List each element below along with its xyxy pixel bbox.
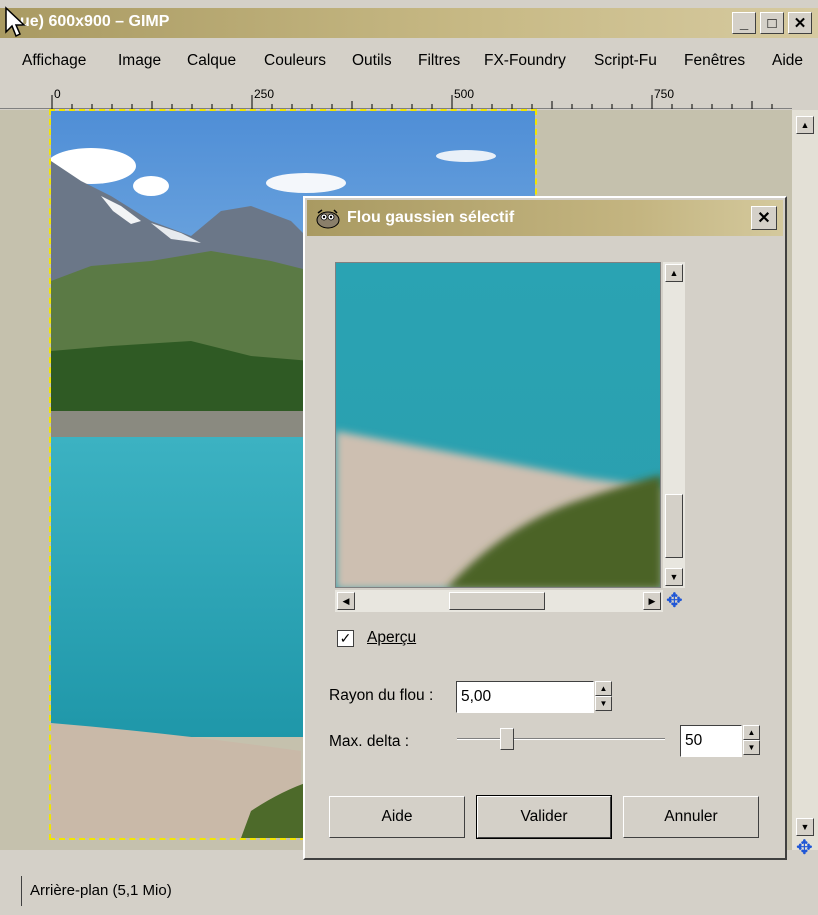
max-delta-slider-handle[interactable] (499, 728, 514, 750)
preview-scroll-down-icon[interactable]: ▼ (665, 568, 683, 586)
main-titlebar[interactable]: ue) 600x900 – GIMP (0, 8, 818, 38)
menu-filtres[interactable]: Filtres (418, 52, 460, 70)
preview-image (336, 263, 660, 587)
navigate-move-icon[interactable]: ✥ (796, 838, 813, 858)
menu-affichage[interactable]: Affichage (22, 52, 86, 70)
menu-fx-foundry[interactable]: FX-Foundry (484, 52, 566, 70)
preview-scroll-up-icon[interactable]: ▲ (665, 264, 683, 282)
menu-aide[interactable]: Aide (772, 52, 803, 70)
gimp-logo-icon (316, 209, 340, 229)
dialog-titlebar[interactable]: Flou gaussien sélectif ✕ (307, 200, 783, 236)
mouse-cursor-icon (5, 6, 26, 38)
close-window-button[interactable]: ✕ (788, 12, 812, 34)
blur-preview[interactable] (335, 262, 661, 588)
menu-fenetres[interactable]: Fenêtres (684, 52, 745, 70)
canvas-vertical-scrollbar[interactable]: ▲ ▼ ✥ (792, 110, 818, 858)
ruler-label-750: 750 (654, 87, 675, 101)
menu-calque[interactable]: Calque (187, 52, 236, 70)
max-delta-label: Max. delta : (329, 733, 410, 750)
max-delta-spinner[interactable]: ▲ ▼ (743, 725, 760, 755)
delta-decrease-icon[interactable]: ▼ (743, 740, 760, 755)
radius-increase-icon[interactable]: ▲ (595, 681, 612, 696)
preview-hscroll-thumb[interactable] (449, 592, 545, 610)
preview-vertical-scrollbar[interactable]: ▲ ▼ (663, 262, 685, 588)
max-delta-input[interactable] (680, 725, 742, 757)
dialog-title: Flou gaussien sélectif (347, 209, 515, 226)
radius-input[interactable] (456, 681, 594, 713)
delta-increase-icon[interactable]: ▲ (743, 725, 760, 740)
max-delta-slider-track[interactable] (457, 738, 665, 740)
gaussian-blur-dialog: Flou gaussien sélectif ✕ ▲ ▼ ◀ ▶ ✥ ✓ Ape… (303, 196, 787, 860)
preview-label[interactable]: Aperçu (367, 629, 416, 647)
preview-horizontal-scrollbar[interactable]: ◀ ▶ (335, 590, 663, 612)
radius-decrease-icon[interactable]: ▼ (595, 696, 612, 711)
status-bar: Arrière-plan (5,1 Mio) (0, 868, 818, 915)
preview-scroll-left-icon[interactable]: ◀ (337, 592, 355, 610)
dialog-close-button[interactable]: ✕ (751, 206, 777, 230)
radius-label: Rayon du flou : (329, 687, 434, 704)
menu-bar: Affichage Image Calque Couleurs Outils F… (0, 40, 818, 86)
preview-checkbox[interactable]: ✓ (337, 630, 354, 647)
layer-status-text: Arrière-plan (5,1 Mio) (30, 882, 172, 899)
ruler-label-0: 0 (54, 87, 61, 101)
cancel-button[interactable]: Annuler (623, 796, 759, 838)
menu-script-fu[interactable]: Script-Fu (594, 52, 657, 70)
ruler-label-250: 250 (254, 87, 275, 101)
preview-vscroll-thumb[interactable] (665, 494, 683, 558)
menu-couleurs[interactable]: Couleurs (264, 52, 326, 70)
scroll-up-icon[interactable]: ▲ (796, 116, 814, 134)
menu-image[interactable]: Image (118, 52, 161, 70)
preview-navigate-icon[interactable]: ✥ (666, 591, 683, 611)
maximize-button[interactable]: □ (760, 12, 784, 34)
preview-scroll-right-icon[interactable]: ▶ (643, 592, 661, 610)
help-button[interactable]: Aide (329, 796, 465, 838)
radius-spinner[interactable]: ▲ ▼ (595, 681, 612, 711)
horizontal-ruler[interactable]: 0 250 500 750 (0, 87, 792, 109)
validate-button[interactable]: Valider (476, 795, 612, 839)
scroll-down-icon[interactable]: ▼ (796, 818, 814, 836)
ruler-label-500: 500 (454, 87, 475, 101)
menu-outils[interactable]: Outils (352, 52, 392, 70)
window-title: ue) 600x900 – GIMP (20, 13, 170, 30)
minimize-button[interactable]: _ (732, 12, 756, 34)
status-separator (14, 876, 22, 906)
